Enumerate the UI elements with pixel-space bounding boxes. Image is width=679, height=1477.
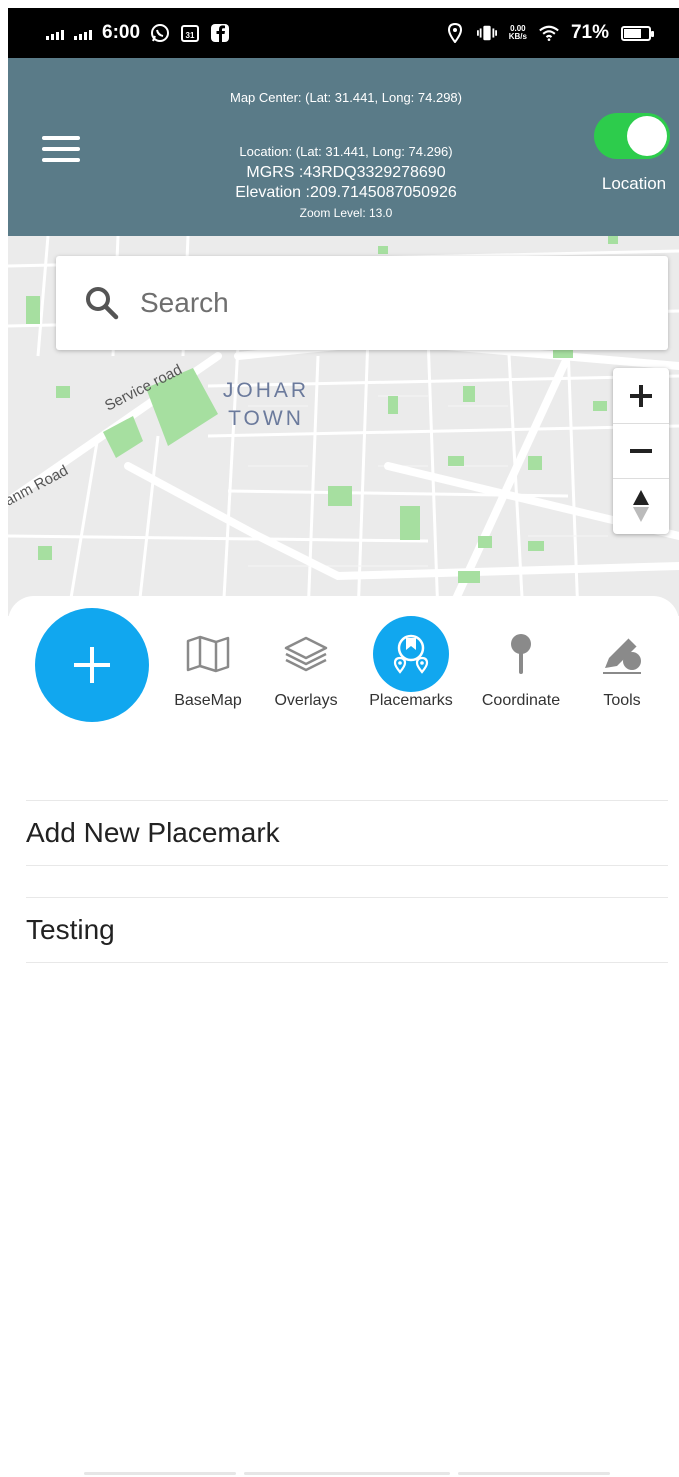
tool-label: BaseMap bbox=[174, 692, 242, 709]
tool-label: Placemarks bbox=[369, 692, 453, 709]
vibrate-icon bbox=[476, 23, 497, 43]
mgrs-text: MGRS :43RDQ3329278690 bbox=[246, 164, 446, 181]
facebook-icon bbox=[210, 23, 230, 43]
add-new-placemark-item[interactable]: Add New Placemark bbox=[26, 800, 668, 866]
tool-overlays[interactable]: Overlays bbox=[256, 618, 356, 710]
plus-icon bbox=[630, 384, 652, 407]
placemarks-icon bbox=[393, 634, 429, 674]
search-bar[interactable] bbox=[56, 256, 668, 350]
status-bar-left: 6:00 31 bbox=[46, 22, 230, 44]
calendar-icon: 31 bbox=[180, 23, 200, 43]
compass-icon bbox=[633, 490, 649, 522]
tool-label: Overlays bbox=[274, 692, 338, 709]
battery-percent: 71% bbox=[570, 22, 609, 43]
tool-coordinate[interactable]: Coordinate bbox=[471, 618, 571, 710]
pin-icon bbox=[471, 618, 571, 690]
minus-icon bbox=[630, 449, 652, 453]
map-icon bbox=[158, 618, 258, 690]
placemarks-active-circle bbox=[373, 616, 449, 692]
net-speed: 0.00 KB/s bbox=[509, 25, 527, 41]
wifi-icon bbox=[539, 23, 559, 43]
zoom-controls bbox=[613, 368, 669, 534]
search-input[interactable] bbox=[140, 276, 640, 330]
tool-label: Coordinate bbox=[481, 692, 561, 709]
nav-hint bbox=[458, 1472, 610, 1475]
tool-tools[interactable]: Tools bbox=[572, 618, 672, 710]
battery-fill bbox=[624, 28, 642, 38]
placemarks-icon-wrapper bbox=[361, 616, 461, 692]
compass-button[interactable] bbox=[613, 478, 669, 533]
nav-hint bbox=[244, 1472, 450, 1475]
zoom-in-button[interactable] bbox=[613, 368, 669, 423]
tool-label: Tools bbox=[603, 692, 641, 709]
toggle-knob bbox=[627, 116, 667, 156]
bottom-sheet bbox=[8, 596, 679, 1477]
status-bar-right: 0.00 KB/s 71% bbox=[445, 22, 654, 44]
area-label-johar: JOHAR bbox=[223, 379, 309, 402]
hamburger-menu-icon[interactable] bbox=[42, 136, 80, 162]
nav-hint bbox=[84, 1472, 236, 1475]
status-time: 6:00 bbox=[102, 22, 141, 43]
calendar-day: 31 bbox=[186, 31, 195, 40]
battery-icon bbox=[621, 25, 654, 41]
layers-icon bbox=[256, 618, 356, 690]
list-item-label: Add New Placemark bbox=[26, 817, 280, 848]
whatsapp-icon bbox=[150, 23, 170, 43]
placemark-item-testing[interactable]: Testing bbox=[26, 897, 668, 963]
zoom-level-text: Zoom Level: 13.0 bbox=[299, 206, 393, 220]
location-toggle[interactable] bbox=[594, 113, 670, 159]
add-fab-button[interactable] bbox=[35, 608, 149, 722]
map-center-text: Map Center: (Lat: 31.441, Long: 74.298) bbox=[230, 90, 462, 105]
location-text: Location: (Lat: 31.441, Long: 74.296) bbox=[239, 144, 453, 159]
location-icon bbox=[445, 23, 465, 43]
map-info-header: Map Center: (Lat: 31.441, Long: 74.298) … bbox=[8, 58, 679, 236]
elevation-text: Elevation :209.7145087050926 bbox=[235, 184, 457, 201]
search-icon bbox=[82, 283, 122, 323]
status-bar: 6:00 31 0.00 KB/s 71% bbox=[8, 8, 679, 58]
location-toggle-label: Location bbox=[601, 174, 667, 193]
signal-2-icon bbox=[74, 26, 92, 40]
tool-basemap[interactable]: BaseMap bbox=[158, 618, 258, 710]
pencil-tools-icon bbox=[572, 618, 672, 690]
list-item-label: Testing bbox=[26, 914, 115, 945]
app-screen: 6:00 31 0.00 KB/s 71% Map Center: (Lat: … bbox=[0, 0, 679, 1477]
area-label-town: TOWN bbox=[228, 407, 304, 430]
signal-1-icon bbox=[46, 26, 64, 40]
net-speed-unit: KB/s bbox=[508, 32, 527, 41]
tool-placemarks[interactable]: Placemarks bbox=[361, 616, 461, 710]
zoom-out-button[interactable] bbox=[613, 423, 669, 478]
